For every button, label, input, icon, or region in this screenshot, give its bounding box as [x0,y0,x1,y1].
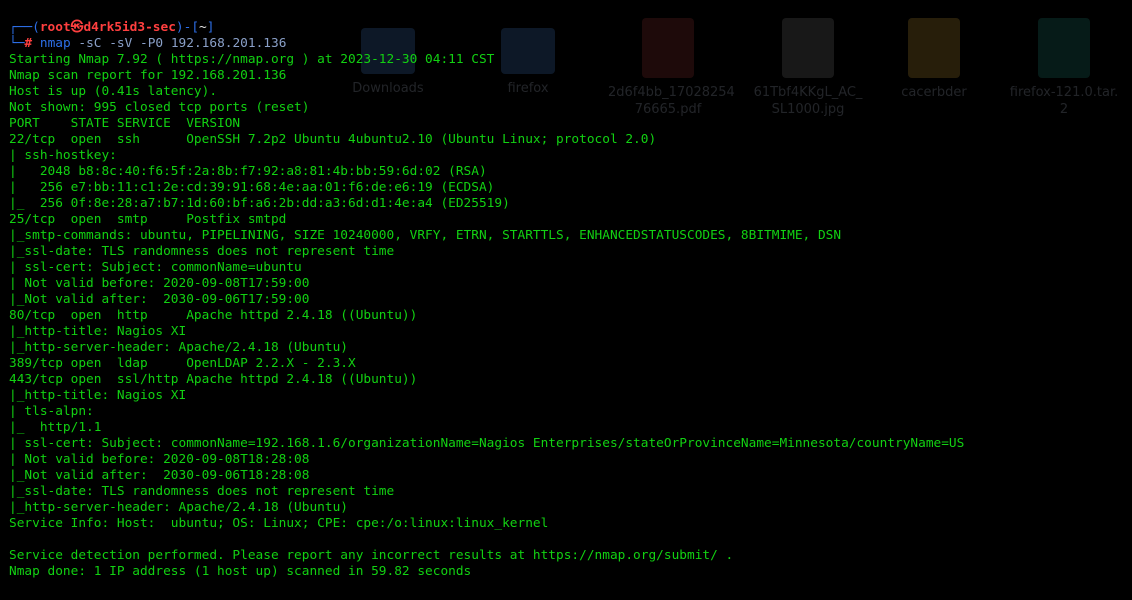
prompt-frame-mid: )-[ [175,20,200,35]
prompt-host: d4rk5id3-sec [83,20,176,35]
prompt-user: root [39,20,71,35]
output-line: | 2048 b8:8c:40:f6:5f:2a:8b:f7:92:a8:81:… [9,164,487,179]
command-line[interactable]: └─# nmap -sC -sV -P0 192.168.201.136 [9,36,286,52]
output-line: Starting Nmap 7.92 ( https://nmap.org ) … [9,52,495,67]
output-line: Service Info: Host: ubuntu; OS: Linux; C… [9,516,549,531]
output-line: |_http-title: Nagios XI [9,324,187,339]
output-line: |_Not valid after: 2030-09-06T18:28:08 [9,468,310,483]
output-line: |_ssl-date: TLS randomness does not repr… [9,484,395,499]
skull-icon: ㉿ [70,20,84,35]
output-line: Not shown: 995 closed tcp ports (reset) [9,100,310,115]
prompt-line: ┌──(root㉿d4rk5id3-sec)-[~] [9,20,214,36]
output-line: Nmap scan report for 192.168.201.136 [9,68,287,83]
output-line: |_http-server-header: Apache/2.4.18 (Ubu… [9,500,348,515]
prompt-directory: ~ [199,20,207,35]
output-line: |_ssl-date: TLS randomness does not repr… [9,244,395,259]
command-name: nmap [39,36,71,51]
output-line: |_ 256 0f:8e:28:a7:b7:1d:60:bf:a6:2b:dd:… [9,196,510,211]
output-line: |_smtp-commands: ubuntu, PIPELINING, SIZ… [9,228,842,243]
output-line: | ssh-hostkey: [9,148,125,163]
output-line: | ssl-cert: Subject: commonName=ubuntu [9,260,302,275]
output-line: |_http-server-header: Apache/2.4.18 (Ubu… [9,340,348,355]
output-line: | Not valid before: 2020-09-08T17:59:00 [9,276,310,291]
prompt-frame-open: ┌──( [9,20,40,35]
output-line: | Not valid before: 2020-09-08T18:28:08 [9,452,310,467]
output-line: 80/tcp open http Apache httpd 2.4.18 ((U… [9,308,418,323]
output-line: 25/tcp open smtp Postfix smtpd [9,212,287,227]
output-line: | 256 e7:bb:11:c1:2e:cd:39:91:68:4e:aa:0… [9,180,495,195]
output-line: Nmap done: 1 IP address (1 host up) scan… [9,564,472,579]
output-line: |_http-title: Nagios XI [9,388,187,403]
prompt-arrow: └─ [9,36,25,51]
output-line: |_ http/1.1 [9,420,102,435]
output-line: 22/tcp open ssh OpenSSH 7.2p2 Ubuntu 4ub… [9,132,657,147]
prompt-frame-end: ] [206,20,215,35]
command-args: -sC -sV -P0 192.168.201.136 [70,36,287,51]
terminal-window[interactable]: ┌──(root㉿d4rk5id3-sec)-[~] └─# nmap -sC … [0,0,1132,600]
output-line: Service detection performed. Please repo… [9,548,734,563]
output-line: 389/tcp open ldap OpenLDAP 2.2.X - 2.3.X [9,356,356,371]
output-line: 443/tcp open ssl/http Apache httpd 2.4.1… [9,372,418,387]
output-line: |_Not valid after: 2030-09-06T17:59:00 [9,292,310,307]
output-line: | ssl-cert: Subject: commonName=192.168.… [9,436,965,451]
output-line: Host is up (0.41s latency). [9,84,218,99]
output-line: | tls-alpn: [9,404,102,419]
prompt-hash: # [24,36,33,51]
output-line: PORT STATE SERVICE VERSION [9,116,241,131]
